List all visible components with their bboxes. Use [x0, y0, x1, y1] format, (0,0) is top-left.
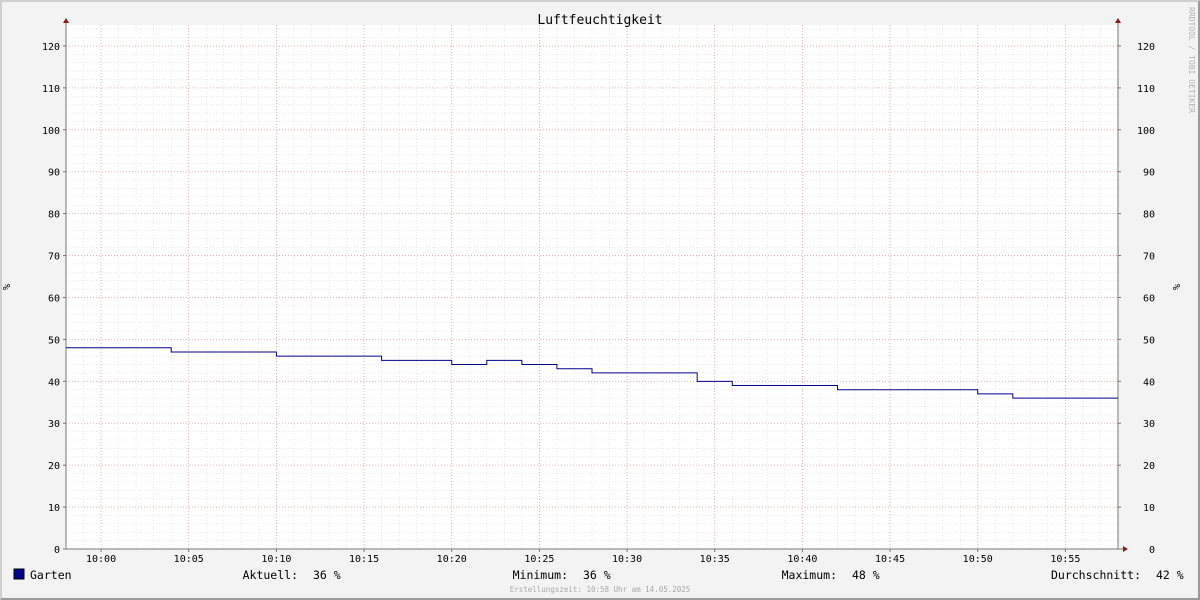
stat-max-value: 48 %: [852, 568, 880, 582]
y-tick-label-left: 110: [42, 84, 60, 95]
x-tick-label: 10:25: [524, 554, 554, 565]
x-tick-label: 10:50: [963, 554, 993, 565]
x-tick-label: 10:40: [787, 554, 817, 565]
y-tick-label-right: 120: [1137, 42, 1155, 53]
y-tick-label-left: 60: [48, 293, 60, 304]
stat-avg-value: 42 %: [1156, 568, 1184, 582]
y-tick-label-right: 0: [1149, 545, 1155, 556]
y-tick-label-right: 110: [1137, 84, 1155, 95]
chart-title: Luftfeuchtigkeit: [537, 13, 662, 28]
y-tick-label-left: 50: [48, 335, 60, 346]
y-axis-label-left: %: [2, 284, 13, 290]
legend-swatch: [13, 568, 25, 580]
y-tick-label-right: 30: [1143, 419, 1155, 430]
y-tick-label-left: 40: [48, 377, 60, 388]
x-tick-label: 10:20: [437, 554, 467, 565]
y-axis-arrow-right: [1115, 18, 1121, 23]
y-tick-label-right: 40: [1143, 377, 1155, 388]
y-tick-label-left: 80: [48, 210, 60, 221]
y-tick-label-left: 70: [48, 252, 60, 263]
x-tick-label: 10:10: [261, 554, 291, 565]
humidity-chart: 0 10 20 30 40 50 60 70 80 90 100 110 120 0 10 20 30 40 50…: [2, 7, 1196, 594]
x-tick-label: 10:55: [1050, 554, 1080, 565]
y-tick-label-left: 0: [54, 545, 60, 556]
stat-current-value: 36 %: [313, 568, 341, 582]
x-tick-label: 10:05: [174, 554, 204, 565]
stat-current-label: Aktuell:: [243, 568, 298, 582]
y-tick-label-left: 90: [48, 168, 60, 179]
x-tick-label: 10:35: [700, 554, 730, 565]
x-tick-labels: 10:00 10:05 10:10 10:15 10:20 10:25 10:30 10:35…: [86, 554, 1080, 565]
y-tick-label-left: 30: [48, 419, 60, 430]
legend-series-name: Garten: [30, 568, 72, 582]
y-tick-labels-right: 0 10 20 30 40 50 60 70 80 90 100 110 120: [1137, 42, 1155, 556]
watermark: RRDTOOL / TOBI OETIKER: [1187, 7, 1196, 113]
y-tick-label-left: 10: [48, 503, 60, 514]
x-tick-label: 10:30: [612, 554, 642, 565]
y-tick-label-right: 60: [1143, 293, 1155, 304]
x-axis-arrow: [1123, 546, 1128, 552]
y-tick-label-right: 10: [1143, 503, 1155, 514]
y-tick-label-right: 100: [1137, 126, 1155, 137]
y-axis-arrow-left: [63, 18, 69, 23]
y-tick-label-left: 20: [48, 461, 60, 472]
x-tick-label: 10:45: [875, 554, 905, 565]
y-axis-label-right: %: [1172, 284, 1183, 290]
y-tick-label-right: 70: [1143, 252, 1155, 263]
stat-max-label: Maximum:: [782, 568, 837, 582]
y-tick-label-right: 90: [1143, 168, 1155, 179]
y-tick-label-left: 100: [42, 126, 60, 137]
x-tick-label: 10:15: [349, 554, 379, 565]
y-tick-label-right: 20: [1143, 461, 1155, 472]
stat-min-label: Minimum:: [513, 568, 568, 582]
y-tick-label-right: 80: [1143, 210, 1155, 221]
stat-min-value: 36 %: [583, 568, 611, 582]
y-tick-labels-left: 0 10 20 30 40 50 60 70 80 90 100 110 120: [42, 42, 60, 556]
stat-avg-label: Durchschnitt:: [1051, 568, 1141, 582]
x-tick-label: 10:00: [86, 554, 116, 565]
y-tick-label-right: 50: [1143, 335, 1155, 346]
y-tick-label-left: 120: [42, 42, 60, 53]
footer-timestamp: Erstellungszeit: 10:58 Uhr am 14.05.2025: [510, 585, 691, 594]
